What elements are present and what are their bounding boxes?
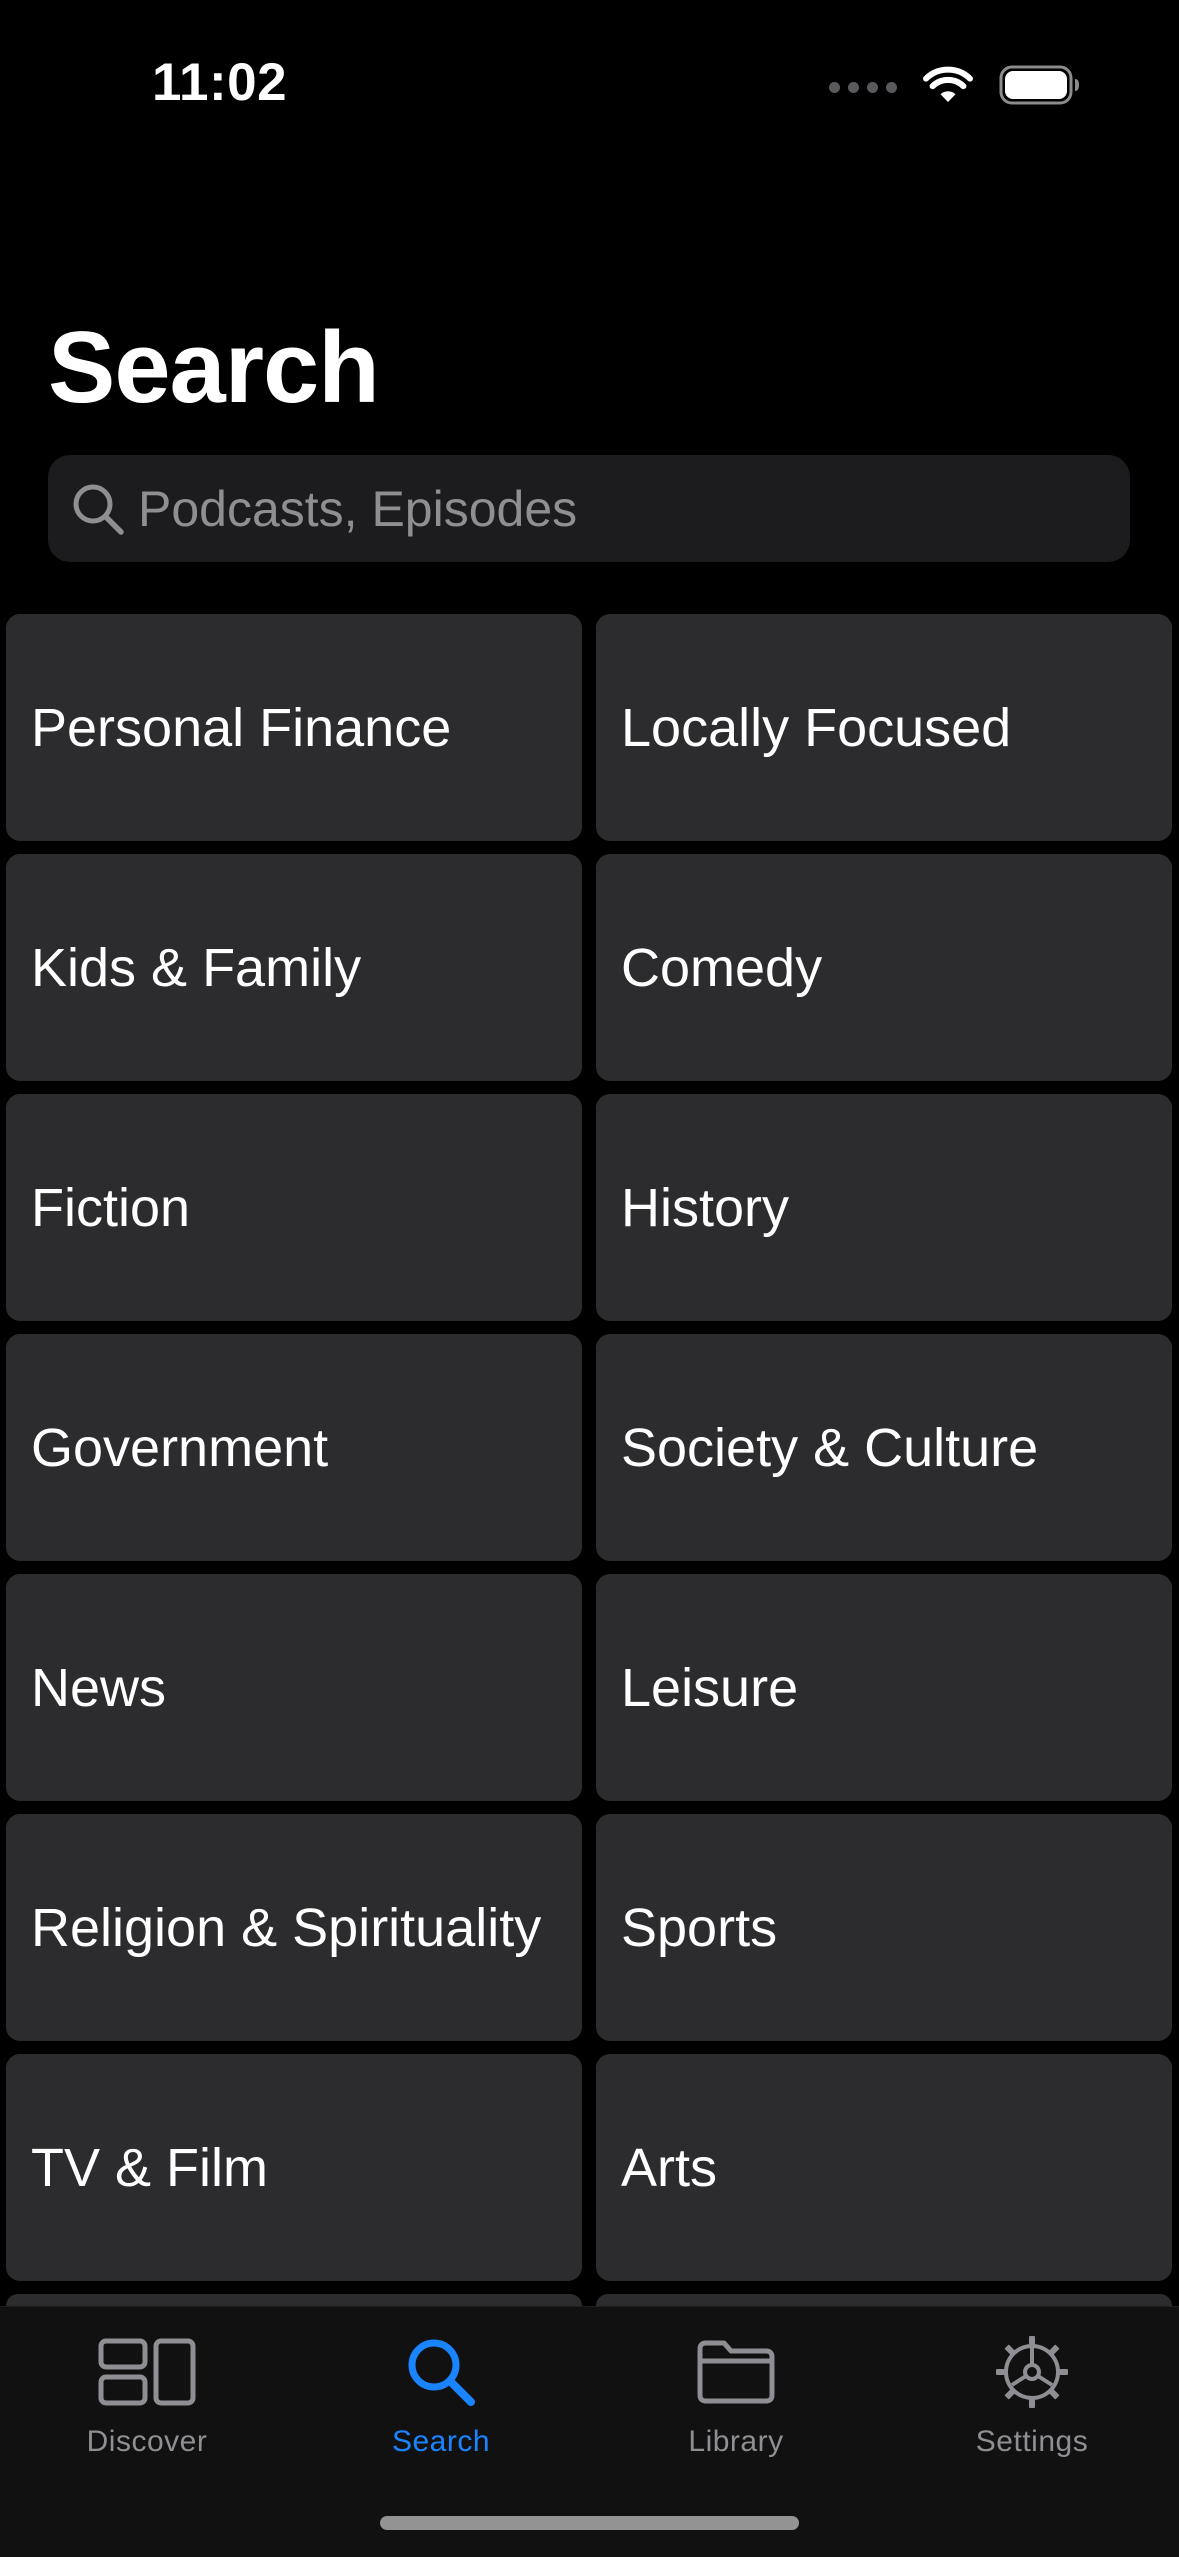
- tab-discover[interactable]: Discover: [0, 2307, 294, 2497]
- category-tile-sports[interactable]: Sports: [596, 1814, 1172, 2041]
- category-tile-history[interactable]: History: [596, 1094, 1172, 1321]
- category-tile-fiction[interactable]: Fiction: [6, 1094, 582, 1321]
- search-icon: [405, 2327, 477, 2417]
- tab-label: Library: [688, 2425, 784, 2458]
- category-label: Society & Culture: [621, 1417, 1039, 1478]
- wifi-icon: [923, 66, 973, 109]
- category-tile-partial[interactable]: [6, 2294, 582, 2306]
- category-label: Kids & Family: [31, 937, 362, 998]
- cellular-signal-icon: [829, 81, 897, 93]
- category-label: Fiction: [31, 1177, 191, 1238]
- home-indicator[interactable]: [380, 2516, 799, 2530]
- status-time: 11:02: [152, 53, 288, 112]
- tab-label: Settings: [975, 2425, 1089, 2458]
- status-icons: [829, 62, 1081, 112]
- category-label: TV & Film: [31, 2137, 268, 2198]
- category-label: Government: [31, 1417, 329, 1478]
- category-tile-leisure[interactable]: Leisure: [596, 1574, 1172, 1801]
- category-label: Sports: [621, 1897, 778, 1958]
- category-tile-religion-spirituality[interactable]: Religion & Spirituality: [6, 1814, 582, 2041]
- category-tile-news[interactable]: News: [6, 1574, 582, 1801]
- category-tile-kids-family[interactable]: Kids & Family: [6, 854, 582, 1081]
- category-label: History: [621, 1177, 790, 1238]
- category-tile-arts[interactable]: Arts: [596, 2054, 1172, 2281]
- category-tile-tv-film[interactable]: TV & Film: [6, 2054, 582, 2281]
- search-bar[interactable]: [48, 455, 1130, 562]
- status-bar: 11:02: [0, 0, 1179, 170]
- category-label: Religion & Spirituality: [31, 1897, 542, 1958]
- category-tile-personal-finance[interactable]: Personal Finance: [6, 614, 582, 841]
- page-title: Search: [48, 312, 380, 424]
- category-tile-locally-focused[interactable]: Locally Focused: [596, 614, 1172, 841]
- category-label: Arts: [621, 2137, 718, 2198]
- category-label: Locally Focused: [621, 697, 1012, 758]
- category-label: News: [31, 1657, 167, 1718]
- category-label: Leisure: [621, 1657, 799, 1718]
- category-label: Personal Finance: [31, 697, 452, 758]
- tab-label: Search: [391, 2425, 491, 2458]
- category-label: Comedy: [621, 937, 823, 998]
- category-tile-government[interactable]: Government: [6, 1334, 582, 1561]
- category-grid: Personal Finance Locally Focused Kids & …: [6, 614, 1172, 2281]
- category-tile-comedy[interactable]: Comedy: [596, 854, 1172, 1081]
- discover-icon: [98, 2327, 196, 2417]
- gear-icon: [994, 2327, 1070, 2417]
- category-tile-society-culture[interactable]: Society & Culture: [596, 1334, 1172, 1561]
- tab-label: Discover: [86, 2425, 208, 2458]
- search-input[interactable]: [138, 455, 1098, 562]
- category-tile-partial[interactable]: [596, 2294, 1172, 2306]
- folder-icon: [696, 2327, 776, 2417]
- tab-search[interactable]: Search: [294, 2307, 588, 2497]
- search-icon: [70, 481, 126, 537]
- tab-settings[interactable]: Settings: [885, 2307, 1179, 2497]
- battery-icon: [999, 65, 1081, 110]
- tab-library[interactable]: Library: [589, 2307, 883, 2497]
